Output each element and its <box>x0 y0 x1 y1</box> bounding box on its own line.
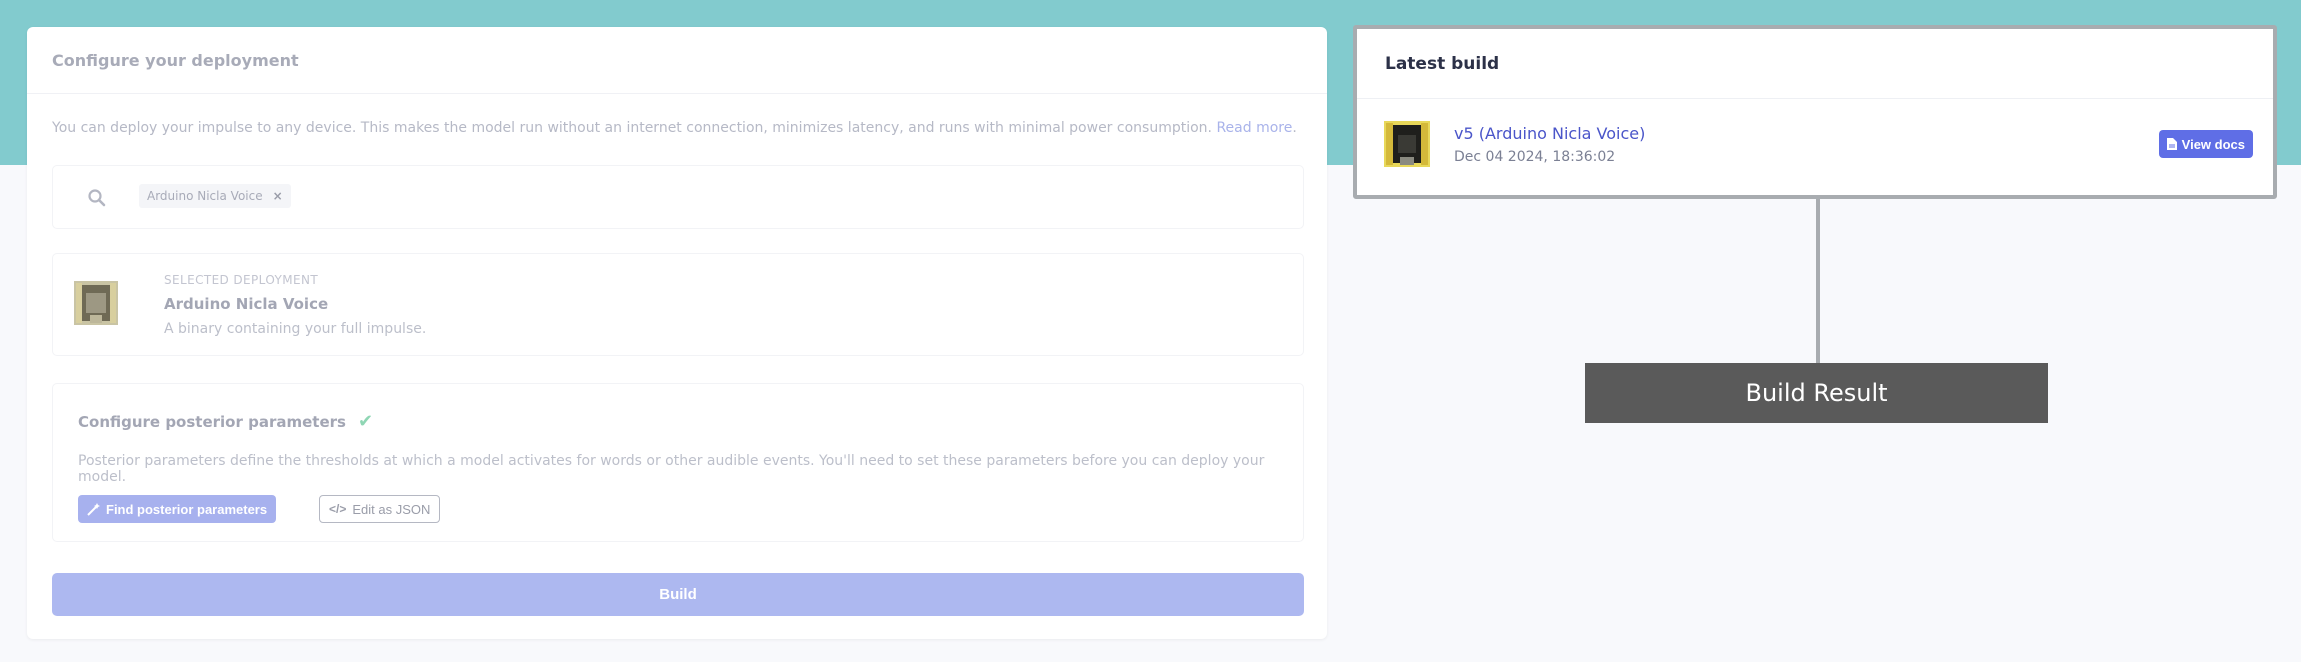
edit-json-button[interactable]: </> Edit as JSON <box>319 495 441 523</box>
build-date: Dec 04 2024, 18:36:02 <box>1454 149 1616 165</box>
selected-deployment-panel: SELECTED DEPLOYMENT Arduino Nicla Voice … <box>52 253 1304 356</box>
check-icon: ✔ <box>357 411 374 432</box>
intro-period: . <box>1292 120 1297 136</box>
intro-body: You can deploy your impulse to any devic… <box>52 120 1212 136</box>
chip-label: Arduino Nicla Voice <box>147 189 263 203</box>
board-image <box>74 281 118 325</box>
posterior-parameters-panel: Configure posterior parameters ✔ Posteri… <box>52 383 1304 542</box>
annotation-connector <box>1816 199 1820 363</box>
close-icon[interactable]: × <box>273 189 283 203</box>
posterior-description: Posterior parameters define the threshol… <box>78 453 1265 485</box>
view-docs-label: View docs <box>2181 136 2245 152</box>
build-version-link[interactable]: v5 (Arduino Nicla Voice) <box>1454 124 1645 143</box>
selected-target-chip: Arduino Nicla Voice × <box>139 184 291 208</box>
build-button[interactable]: Build <box>52 573 1304 616</box>
board-image <box>1384 121 1430 167</box>
intro-text: You can deploy your impulse to any devic… <box>52 120 1297 136</box>
latest-build-header: Latest build <box>1357 29 2273 99</box>
build-result-annotation: Build Result <box>1585 363 2048 423</box>
selected-deployment-name: Arduino Nicla Voice <box>164 295 329 313</box>
document-icon <box>2166 138 2177 150</box>
selected-deployment-label: SELECTED DEPLOYMENT <box>164 273 319 287</box>
card-title: Configure your deployment <box>52 50 299 70</box>
read-more-link[interactable]: Read more <box>1216 120 1292 136</box>
search-icon <box>88 189 106 207</box>
latest-build-title: Latest build <box>1385 53 1500 74</box>
find-posterior-button[interactable]: Find posterior parameters <box>78 495 277 523</box>
selected-deployment-description: A binary containing your full impulse. <box>164 321 427 337</box>
card-header: Configure your deployment <box>27 27 1327 94</box>
edit-json-label: Edit as JSON <box>352 501 431 517</box>
view-docs-button[interactable]: View docs <box>2158 130 2253 158</box>
wand-icon <box>87 502 100 516</box>
latest-build-card: Latest build v5 (Arduino Nicla Voice) De… <box>1353 25 2277 199</box>
posterior-title-text: Configure posterior parameters <box>78 412 346 431</box>
find-posterior-label: Find posterior parameters <box>106 501 268 517</box>
deployment-search[interactable]: Arduino Nicla Voice × <box>52 165 1304 229</box>
code-icon: </> <box>329 502 347 516</box>
configure-deployment-card: Configure your deployment You can deploy… <box>27 27 1327 639</box>
posterior-title: Configure posterior parameters ✔ <box>78 411 373 432</box>
